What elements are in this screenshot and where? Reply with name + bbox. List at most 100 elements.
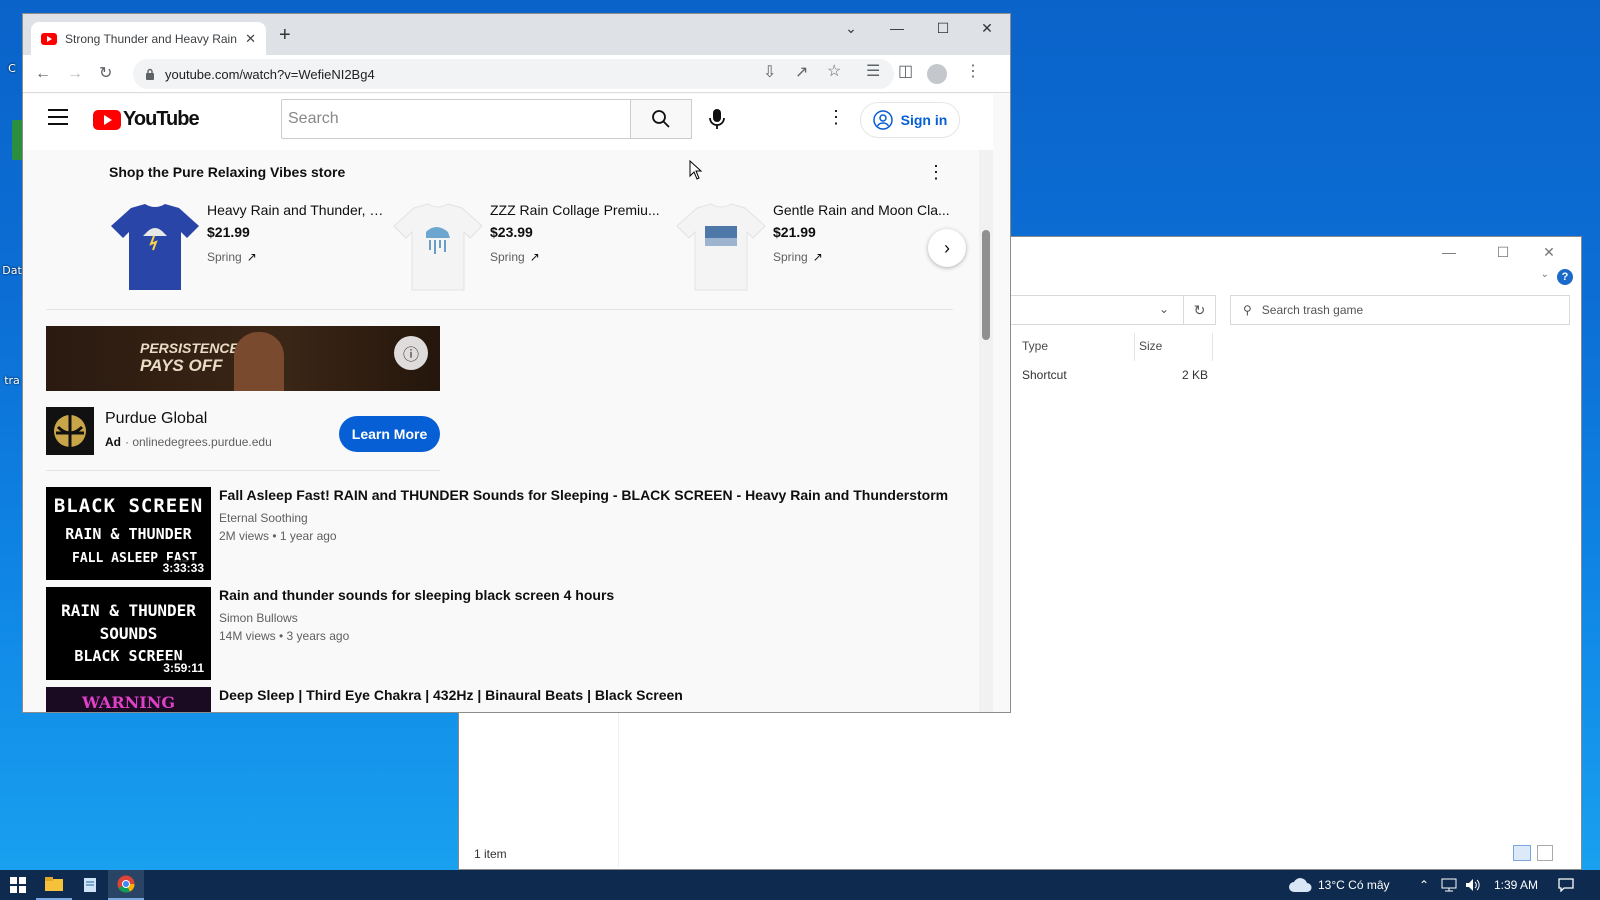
product-image	[111, 204, 199, 290]
file-type-cell[interactable]: Shortcut	[1022, 368, 1067, 382]
close-icon[interactable]: ✕	[1527, 237, 1571, 267]
product-price: $21.99	[207, 224, 250, 240]
account-icon	[872, 110, 893, 130]
back-icon[interactable]: ←	[35, 65, 51, 83]
notepad-taskbar-icon[interactable]	[72, 870, 108, 900]
product-source: Spring	[207, 250, 242, 264]
tab-search-icon[interactable]: ⌄	[828, 14, 874, 42]
hamburger-menu-icon[interactable]	[48, 109, 68, 125]
search-placeholder: Search	[288, 110, 339, 127]
product-image	[676, 203, 766, 291]
product-name[interactable]: Heavy Rain and Thunder, d...	[207, 202, 387, 218]
info-icon[interactable]: ⓘ	[394, 336, 428, 370]
ad-banner[interactable]: PERSISTENCE PAYS OFF ⓘ	[46, 326, 440, 391]
video-item[interactable]: WARNING Deep Sleep | Third Eye Chakra | …	[46, 687, 976, 712]
show-hidden-icons-chevron-icon[interactable]: ⌃	[1419, 870, 1429, 900]
file-explorer-taskbar-icon[interactable]	[36, 870, 72, 900]
weather-text: 13°C Có mây	[1318, 878, 1390, 892]
chrome-menu-icon[interactable]: ⋮	[965, 63, 981, 81]
start-button[interactable]	[0, 870, 36, 900]
next-chevron-icon[interactable]: ›	[928, 229, 966, 267]
channel-name[interactable]: Eternal Soothing	[219, 511, 308, 525]
help-icon[interactable]: ?	[1557, 269, 1573, 285]
volume-icon[interactable]	[1465, 870, 1481, 900]
desktop-icon-label[interactable]: tra	[0, 374, 24, 387]
browser-tab[interactable]: Strong Thunder and Heavy Rain ✕	[31, 22, 266, 55]
product-card[interactable]: ZZZ Rain Collage Premiu... $23.99 Spring…	[392, 198, 675, 298]
file-size-cell[interactable]: 2 KB	[1182, 368, 1208, 382]
channel-name[interactable]: Simon Bullows	[219, 611, 298, 625]
reload-icon[interactable]: ↻	[99, 65, 112, 83]
ad-label: Ad	[105, 435, 121, 449]
youtube-header: YouTube Search ⋮ Sign in	[23, 94, 993, 150]
sign-in-button[interactable]: Sign in	[860, 102, 960, 138]
close-window-icon[interactable]: ✕	[964, 14, 1010, 42]
browser-toolbar: ← → ↻ youtube.com/watch?v=WefieNI2Bg4 ⇩ …	[23, 55, 1010, 93]
new-tab-icon[interactable]: +	[279, 24, 291, 47]
video-title[interactable]: Deep Sleep | Third Eye Chakra | 432Hz | …	[219, 687, 976, 703]
product-source: Spring	[490, 250, 525, 264]
video-title[interactable]: Fall Asleep Fast! RAIN and THUNDER Sound…	[219, 487, 976, 503]
details-view-icon[interactable]	[1513, 845, 1531, 861]
maximize-icon[interactable]: ☐	[920, 14, 966, 42]
advertiser-logo[interactable]	[46, 407, 94, 455]
external-link-icon: ↗	[812, 250, 823, 264]
windows-logo-icon	[10, 877, 26, 893]
search-icon	[652, 110, 670, 128]
install-app-icon[interactable]: ⇩	[763, 64, 776, 82]
youtube-logo[interactable]: YouTube	[93, 108, 200, 131]
video-title[interactable]: Rain and thunder sounds for sleeping bla…	[219, 587, 976, 603]
product-card[interactable]: Gentle Rain and Moon Cla... $21.99 Sprin…	[675, 198, 958, 298]
side-panel-icon[interactable]: ◫	[898, 63, 913, 81]
tab-title: Strong Thunder and Heavy Rain	[65, 31, 237, 46]
bookmark-star-icon[interactable]: ☆	[827, 63, 841, 81]
reading-list-icon[interactable]: ☰	[866, 63, 880, 81]
profile-icon[interactable]	[927, 64, 947, 84]
refresh-icon[interactable]: ↻	[1183, 296, 1215, 324]
store-menu-icon[interactable]: ⋮	[927, 162, 945, 183]
video-item[interactable]: RAIN & THUNDER SOUNDS BLACK SCREEN 3:59:…	[46, 587, 976, 680]
weather-widget[interactable]: 13°C Có mây	[1288, 870, 1390, 900]
product-name[interactable]: Gentle Rain and Moon Cla...	[773, 202, 953, 218]
network-icon[interactable]	[1441, 870, 1457, 900]
product-card[interactable]: Heavy Rain and Thunder, d... $21.99 Spri…	[109, 198, 392, 298]
chrome-taskbar-icon[interactable]	[108, 870, 144, 900]
product-image	[393, 203, 483, 291]
learn-more-button[interactable]: Learn More	[339, 416, 440, 452]
action-center-icon[interactable]	[1558, 870, 1574, 900]
voice-search-icon[interactable]	[709, 108, 725, 130]
maximize-icon[interactable]: ☐	[1481, 237, 1525, 267]
chevron-down-icon[interactable]: ⌄	[1159, 302, 1169, 316]
minimize-icon[interactable]: —	[1427, 237, 1471, 267]
video-thumbnail[interactable]: BLACK SCREEN RAIN & THUNDER FALL ASLEEP …	[46, 487, 211, 580]
large-icons-view-icon[interactable]	[1537, 845, 1553, 861]
youtube-play-icon	[93, 109, 121, 130]
explorer-search-input[interactable]: ⚲ Search trash game	[1230, 295, 1570, 325]
desktop-icon-label[interactable]: C	[0, 62, 24, 75]
search-input[interactable]: Search	[281, 99, 631, 139]
video-item[interactable]: BLACK SCREEN RAIN & THUNDER FALL ASLEEP …	[46, 487, 976, 580]
ad-person-image	[234, 332, 284, 391]
chevron-down-icon[interactable]: ⌄	[1541, 269, 1549, 280]
column-header-type[interactable]: Type	[1022, 339, 1048, 353]
video-thumbnail[interactable]: RAIN & THUNDER SOUNDS BLACK SCREEN 3:59:…	[46, 587, 211, 680]
clock[interactable]: 1:39 AM	[1494, 870, 1538, 900]
desktop-icon-label[interactable]: Dat	[0, 264, 24, 277]
minimize-icon[interactable]: —	[874, 14, 920, 42]
forward-icon[interactable]: →	[67, 65, 83, 83]
product-name[interactable]: ZZZ Rain Collage Premiu...	[490, 202, 670, 218]
share-icon[interactable]: ↗	[795, 64, 808, 82]
sign-in-label: Sign in	[900, 112, 948, 128]
settings-kebab-icon[interactable]: ⋮	[827, 107, 845, 128]
video-thumbnail[interactable]: WARNING	[46, 687, 211, 712]
advertiser-name[interactable]: Purdue Global	[105, 410, 207, 428]
omnibox[interactable]: youtube.com/watch?v=WefieNI2Bg4	[133, 59, 894, 89]
close-tab-icon[interactable]: ✕	[245, 31, 256, 47]
scrollbar-thumb[interactable]	[982, 230, 990, 340]
youtube-wordmark: YouTube	[123, 108, 200, 130]
page-scrollbar[interactable]	[979, 150, 993, 712]
ad-url: · onlinedegrees.purdue.edu	[125, 435, 272, 449]
column-header-size[interactable]: Size	[1139, 339, 1162, 353]
search-button[interactable]	[630, 99, 692, 139]
url-text: youtube.com/watch?v=WefieNI2Bg4	[165, 66, 375, 82]
